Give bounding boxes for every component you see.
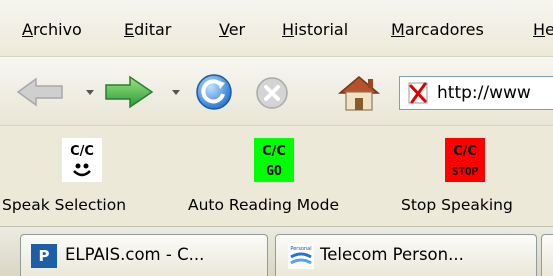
- menu-marcadores-accel: M: [391, 20, 405, 39]
- stop-icon: [256, 77, 288, 109]
- reload-icon: [196, 74, 232, 110]
- menu-editar-rest: ditar: [134, 20, 172, 39]
- speak-selection-icon: C/C: [62, 138, 102, 182]
- forward-button[interactable]: [104, 75, 154, 109]
- tab-partial[interactable]: [541, 234, 553, 276]
- speech-toolbar: C/C Speak Selection C/C GO Auto Reading …: [0, 126, 553, 224]
- menu-marcadores-rest: arcadores: [404, 20, 484, 39]
- stop-speaking-icon-text: C/C: [453, 144, 477, 159]
- tab-telecom-personal[interactable]: Personal Telecom Person...: [275, 234, 537, 276]
- menu-ver-rest: er: [228, 20, 246, 39]
- auto-reading-badge: GO: [266, 164, 282, 179]
- back-history-dropdown[interactable]: [86, 90, 94, 95]
- tab-elpais[interactable]: P ELPAIS.com - C...: [20, 234, 268, 276]
- telecom-personal-favicon-icon: Personal: [288, 243, 314, 269]
- back-arrow-icon: [16, 77, 63, 107]
- menu-archivo-accel: A: [22, 20, 33, 39]
- auto-reading-mode-label: Auto Reading Mode: [188, 196, 339, 214]
- menu-historial[interactable]: Historial: [282, 20, 348, 40]
- menu-bar: Archivo Editar Ver Historial Marcadores …: [0, 0, 553, 57]
- menu-archivo[interactable]: Archivo: [22, 20, 82, 40]
- menu-historial-rest: istorial: [294, 20, 349, 39]
- stop-speaking-label: Stop Speaking: [401, 196, 513, 214]
- telecom-favicon-text: Personal: [290, 246, 311, 252]
- elpais-favicon-icon: P: [31, 244, 57, 268]
- home-button[interactable]: [336, 73, 382, 113]
- menu-editar-accel: E: [124, 20, 135, 39]
- tab-bar: P ELPAIS.com - C... Personal Telecom Per…: [0, 226, 553, 276]
- address-text: http://www: [437, 83, 531, 103]
- menu-help[interactable]: He: [533, 20, 553, 40]
- address-bar[interactable]: http://www: [399, 76, 553, 110]
- speak-selection-label: Speak Selection: [2, 196, 127, 214]
- menu-ver-accel: V: [219, 20, 229, 39]
- elpais-favicon-text: P: [38, 247, 50, 265]
- home-icon: [337, 76, 381, 111]
- page-error-favicon-icon: [408, 82, 428, 104]
- menu-editar[interactable]: Editar: [124, 20, 171, 40]
- stop-speaking-badge: STOP: [452, 165, 479, 178]
- menu-historial-accel: H: [282, 20, 295, 39]
- menu-ver[interactable]: Ver: [219, 20, 245, 40]
- auto-reading-go-icon: C/C GO: [254, 138, 294, 182]
- reload-button[interactable]: [194, 73, 234, 111]
- auto-reading-icon-text: C/C: [262, 144, 286, 159]
- menu-archivo-rest: rchivo: [32, 20, 82, 39]
- tab-telecom-personal-label: Telecom Person...: [320, 245, 464, 264]
- menu-help-accel: H: [533, 20, 546, 39]
- forward-arrow-icon: [105, 75, 154, 109]
- forward-history-dropdown[interactable]: [172, 90, 180, 95]
- menu-marcadores[interactable]: Marcadores: [391, 20, 484, 40]
- stop-speaking-icon: C/C STOP: [445, 138, 485, 182]
- speak-selection-icon-text: C/C: [70, 144, 94, 159]
- tab-elpais-label: ELPAIS.com - C...: [65, 245, 205, 264]
- stop-button[interactable]: [254, 75, 290, 111]
- menu-help-rest: e: [545, 20, 553, 39]
- navigation-toolbar: http://www: [0, 57, 553, 126]
- back-button[interactable]: [16, 77, 64, 107]
